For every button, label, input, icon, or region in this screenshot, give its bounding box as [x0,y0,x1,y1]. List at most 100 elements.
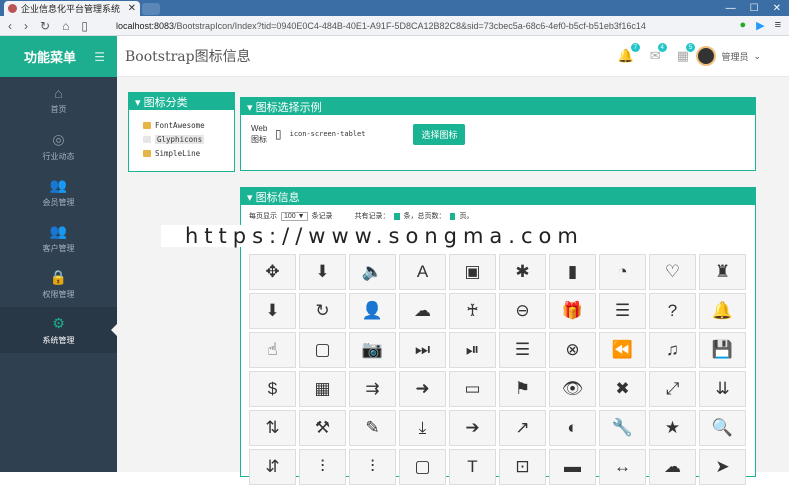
icon-cell[interactable]: ⤢ [649,371,696,407]
maximize-icon[interactable]: ☐ [750,3,759,14]
icon-cell[interactable]: ⇉ [349,371,396,407]
select-icon-button[interactable]: 选择图标 [413,123,466,145]
icon-cell[interactable]: ⇅ [249,410,296,446]
icon-cell[interactable]: ♜ [699,254,746,290]
icon-cell[interactable]: ⇊ [699,371,746,407]
icon-cell[interactable]: 🔧 [599,410,646,446]
url-field[interactable]: localhost:8083/BootstrapIcon/Index?tid=0… [112,18,739,33]
icon-cell[interactable]: ⏯ [449,332,496,368]
icon-cell[interactable]: 🔍 [699,410,746,446]
new-tab-button[interactable] [142,3,160,15]
sidebar-item-label: 客户管理 [42,243,75,253]
forward-icon[interactable]: › [24,19,28,33]
icon-cell[interactable]: ▬ [549,449,596,485]
icon-cell[interactable]: ▭ [449,371,496,407]
icon-cell[interactable]: ▮ [549,254,596,290]
icon-cell[interactable]: ♰ [449,293,496,329]
tablet-icon: ▯ [275,127,282,141]
sidebar-item-clients[interactable]: 👥 客户管理 [0,215,117,261]
icon-cell[interactable]: ⇵ [249,449,296,485]
icon-cell[interactable]: A [399,254,446,290]
avatar [696,46,717,66]
icon-cell[interactable]: ☁ [649,449,696,485]
sidebar-item-system[interactable]: ⚙ 系统管理 [0,307,117,353]
icon-cell[interactable]: ⬇ [299,254,346,290]
icon-cell[interactable]: ◔ [599,254,646,290]
reload-icon[interactable]: ↻ [40,19,50,33]
icon-cell[interactable]: ▣ [449,254,496,290]
mail-icon[interactable]: ✉ 4 [650,43,667,64]
icon-cell[interactable]: ⤓ [399,410,446,446]
icon-cell[interactable]: T [449,449,496,485]
icon-cell[interactable]: 💾 [699,332,746,368]
sidebar-item-members[interactable]: 👥 会员管理 [0,169,117,215]
icon-cell[interactable]: ⊡ [499,449,546,485]
icon-cell[interactable]: ☝ [249,332,296,368]
icon-cell[interactable]: ⏪ [599,332,646,368]
icon-cell[interactable]: ★ [649,410,696,446]
reader-icon[interactable]: ▯ [81,19,88,33]
icon-cell[interactable]: 📷 [349,332,396,368]
icon-cell[interactable]: ♡ [649,254,696,290]
user-menu[interactable]: 管理员 ⌄ [696,46,761,66]
browser-tab[interactable]: 企业信息化平台管理系统 ✕ [4,1,140,16]
icon-cell[interactable]: 👤 [349,293,396,329]
wechat-icon[interactable]: ● [739,19,746,32]
minimize-icon[interactable]: — [726,3,736,14]
icon-cell[interactable]: ☰ [499,332,546,368]
sidebar-item-home[interactable]: ⌂ 首页 [0,77,117,123]
icon-cell[interactable]: ⚒ [299,410,346,446]
icon-cell[interactable]: 👁 [549,371,596,407]
icon-cell[interactable]: 🎁 [549,293,596,329]
icon-cell[interactable]: ⊗ [549,332,596,368]
back-icon[interactable]: ‹ [8,19,12,33]
icon-cell[interactable]: ↗ [499,410,546,446]
icon-cell[interactable]: ↻ [299,293,346,329]
tree-item-glyphicons[interactable]: Glyphicons [143,132,234,146]
play-icon[interactable]: ▶ [756,19,764,32]
sidebar-item-news[interactable]: ◎ 行业动态 [0,123,117,169]
web-icon-label: Web图标 [251,124,268,144]
icon-cell[interactable]: ⫶ [299,449,346,485]
icon-cell[interactable]: 🔈 [349,254,396,290]
tree-item-simpleline[interactable]: SimpleLine [143,146,234,160]
icon-cell[interactable]: ⚑ [499,371,546,407]
close-tab-icon[interactable]: ✕ [128,3,136,14]
calendar-icon[interactable]: ▦ 5 [677,43,695,64]
watermark: https://www.songma.com [161,224,621,248]
icon-cell[interactable]: ☁ [399,293,446,329]
icon-cell[interactable]: ⬇ [249,293,296,329]
per-page-select[interactable]: 100 ▼ [281,211,308,221]
icon-cell[interactable]: ♫ [649,332,696,368]
icon-cell[interactable]: 🔔 [699,293,746,329]
home-icon[interactable]: ⌂ [62,19,69,33]
icon-cell[interactable]: ⏭ [399,332,446,368]
tree-item-fontawesome[interactable]: FontAwesome [143,118,234,132]
icon-cell[interactable]: ⊖ [499,293,546,329]
icon-cell[interactable]: ▦ [299,371,346,407]
sidebar-item-permissions[interactable]: 🔒 权限管理 [0,261,117,307]
icon-cell[interactable]: ✎ [349,410,396,446]
icon-cell[interactable]: ➤ [699,449,746,485]
icon-cell[interactable]: ⫶ [349,449,396,485]
sidebar-item-label: 首页 [50,105,67,114]
icon-cell[interactable]: ✖ [599,371,646,407]
sidebar: 功能菜单 ☰ ⌂ 首页 ◎ 行业动态 👥 会员管理 👥 客户管理 🔒 权限管理 … [0,36,117,472]
sidebar-item-label: 行业动态 [42,151,75,161]
close-window-icon[interactable]: ✕ [773,3,781,14]
icon-cell[interactable]: ↔ [599,449,646,485]
user-name: 管理员 [721,51,749,62]
icon-cell[interactable]: ☰ [599,293,646,329]
icon-cell[interactable]: ➔ [449,410,496,446]
bell-icon[interactable]: 🔔 7 [618,43,640,64]
hamburger-icon[interactable]: ☰ [94,50,105,64]
icon-cell[interactable]: ✱ [499,254,546,290]
icon-cell[interactable]: ◐ [549,410,596,446]
icon-cell[interactable]: $ [249,371,296,407]
icon-cell[interactable]: ▢ [299,332,346,368]
icon-cell[interactable]: ? [649,293,696,329]
icon-cell[interactable]: ▢ [399,449,446,485]
icon-cell[interactable]: ✥ [249,254,296,290]
icon-cell[interactable]: ➜ [399,371,446,407]
menu-icon[interactable]: ≡ [775,19,781,32]
